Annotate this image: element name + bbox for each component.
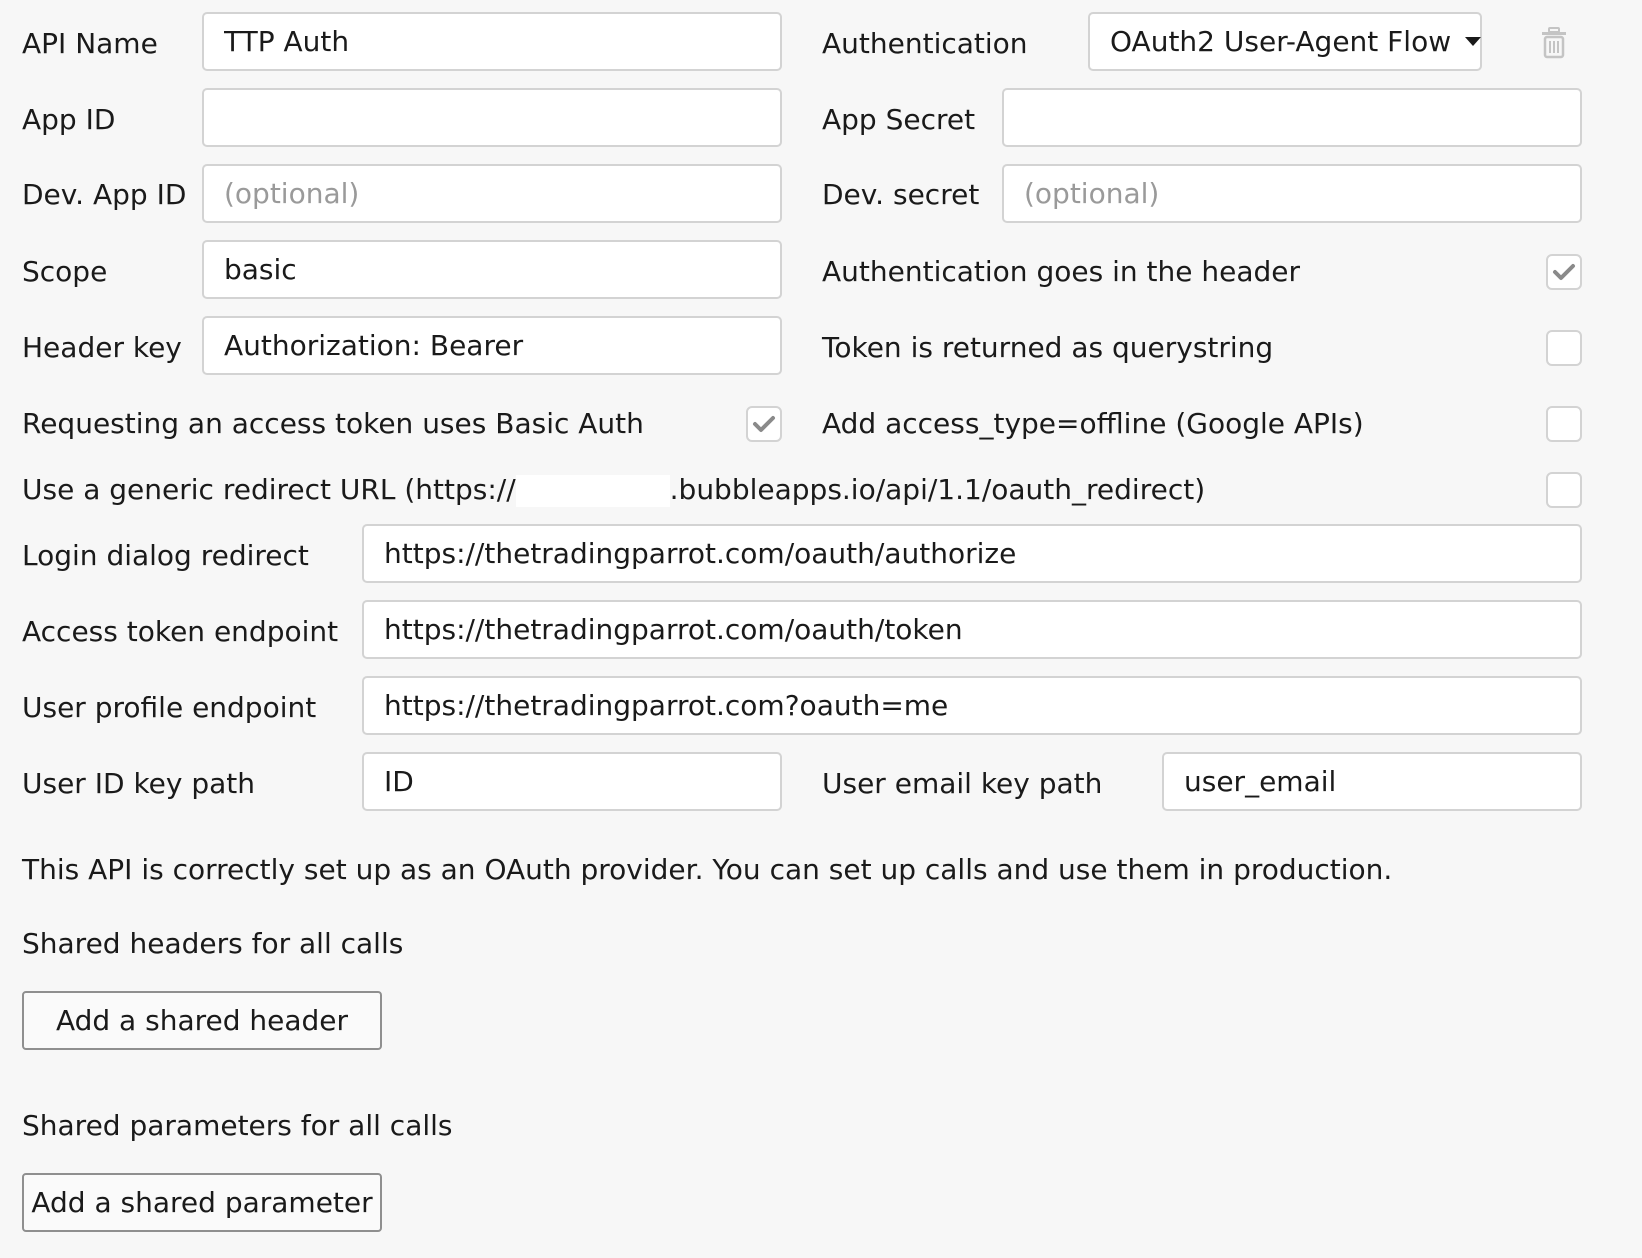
checkmark-icon <box>1553 264 1575 280</box>
api-name-label: API Name <box>22 27 158 60</box>
shared-params-title: Shared parameters for all calls <box>22 1109 453 1142</box>
auth-in-header-label: Authentication goes in the header <box>822 255 1300 288</box>
user-profile-endpoint-input[interactable] <box>362 676 1582 735</box>
token-querystring-label: Token is returned as querystring <box>822 331 1274 364</box>
dev-secret-input[interactable] <box>1002 164 1582 223</box>
header-key-label: Header key <box>22 331 182 364</box>
authentication-selected: OAuth2 User-Agent Flow <box>1110 25 1452 58</box>
authentication-label: Authentication <box>822 27 1028 60</box>
dev-app-id-input[interactable] <box>202 164 782 223</box>
app-id-label: App ID <box>22 103 116 136</box>
generic-redirect-label: Use a generic redirect URL (https:// .bub… <box>22 472 1205 508</box>
access-type-offline-label: Add access_type=offline (Google APIs) <box>822 407 1364 440</box>
trash-icon[interactable] <box>1540 27 1568 59</box>
user-profile-endpoint-label: User profile endpoint <box>22 691 317 724</box>
app-secret-label: App Secret <box>822 103 976 136</box>
authentication-dropdown[interactable]: OAuth2 User-Agent Flow <box>1088 12 1482 71</box>
basic-auth-checkbox[interactable] <box>746 406 782 442</box>
dev-secret-label: Dev. secret <box>822 178 980 211</box>
token-querystring-checkbox[interactable] <box>1546 330 1582 366</box>
user-id-key-path-label: User ID key path <box>22 767 256 800</box>
chevron-down-icon <box>1465 37 1482 46</box>
api-name-input[interactable] <box>202 12 782 71</box>
app-id-input[interactable] <box>202 88 782 147</box>
checkmark-icon <box>753 416 775 432</box>
basic-auth-label: Requesting an access token uses Basic Au… <box>22 407 644 440</box>
generic-redirect-label-prefix: Use a generic redirect URL (https:// <box>22 473 516 506</box>
add-shared-parameter-button[interactable]: Add a shared parameter <box>22 1173 382 1232</box>
auth-in-header-checkbox[interactable] <box>1546 254 1582 290</box>
user-email-key-path-label: User email key path <box>822 767 1103 800</box>
login-dialog-redirect-label: Login dialog redirect <box>22 539 309 572</box>
user-id-key-path-input[interactable] <box>362 752 782 811</box>
scope-label: Scope <box>22 255 108 288</box>
shared-headers-title: Shared headers for all calls <box>22 927 404 960</box>
generic-redirect-checkbox[interactable] <box>1546 472 1582 508</box>
access-token-endpoint-input[interactable] <box>362 600 1582 659</box>
scope-input[interactable] <box>202 240 782 299</box>
status-message: This API is correctly set up as an OAuth… <box>22 853 1393 886</box>
access-type-offline-checkbox[interactable] <box>1546 406 1582 442</box>
access-token-endpoint-label: Access token endpoint <box>22 615 339 648</box>
user-email-key-path-input[interactable] <box>1162 752 1582 811</box>
add-shared-header-button[interactable]: Add a shared header <box>22 991 382 1050</box>
app-secret-input[interactable] <box>1002 88 1582 147</box>
dev-app-id-label: Dev. App ID <box>22 178 187 211</box>
generic-redirect-label-suffix: .bubbleapps.io/api/1.1/oauth_redirect) <box>669 473 1206 506</box>
login-dialog-redirect-input[interactable] <box>362 524 1582 583</box>
header-key-input[interactable] <box>202 316 782 375</box>
redacted-app-name <box>515 475 670 507</box>
